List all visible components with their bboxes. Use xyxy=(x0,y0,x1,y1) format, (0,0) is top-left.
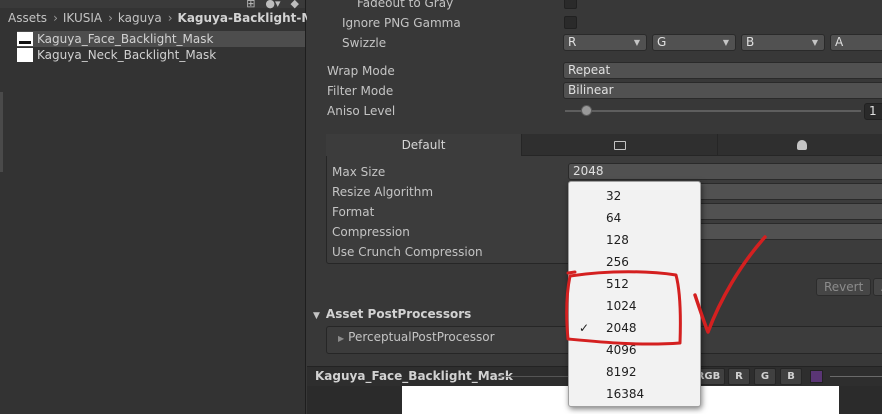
max-size-popup-menu: 32 64 128 256 512 1024 ✓ 2048 4096 8192 16384 xyxy=(568,181,701,407)
tab-android[interactable] xyxy=(718,134,882,156)
breadcrumb-separator-icon: › xyxy=(53,11,58,25)
aniso-level-label: Aniso Level xyxy=(327,104,396,118)
revert-button[interactable]: Revert xyxy=(816,278,872,296)
alpha-checker-icon[interactable] xyxy=(810,370,823,383)
monitor-icon xyxy=(613,141,626,150)
breadcrumb-separator-icon: › xyxy=(108,11,113,25)
breadcrumb-separator-icon: › xyxy=(167,11,173,25)
file-label: Kaguya_Neck_Backlight_Mask xyxy=(37,48,217,62)
wrap-mode-value: Repeat xyxy=(568,63,611,77)
aniso-level-field[interactable]: 1 xyxy=(864,103,882,120)
menu-item-128[interactable]: 128 xyxy=(569,229,700,251)
channel-r-button[interactable]: R xyxy=(728,368,750,385)
file-item-face-backlight-mask[interactable]: Kaguya_Face_Backlight_Mask xyxy=(17,31,305,47)
format-label: Format xyxy=(332,205,375,219)
swizzle-label: Swizzle xyxy=(342,36,387,50)
ignore-png-gamma-checkbox[interactable] xyxy=(564,16,577,29)
filter-mode-label: Filter Mode xyxy=(327,84,394,98)
collapsed-triangle-icon: ▶ xyxy=(338,334,345,343)
chevron-down-icon: ▼ xyxy=(722,38,729,47)
asset-postprocessors-title: Asset PostProcessors xyxy=(325,307,472,321)
star-icon[interactable]: ◆ xyxy=(291,0,299,10)
menu-item-label: 2048 xyxy=(606,321,637,335)
mip-level-slider[interactable] xyxy=(830,376,882,377)
preview-title: Kaguya_Face_Backlight_Mask xyxy=(315,369,513,383)
swizzle-b-dropdown[interactable]: B ▼ xyxy=(741,34,825,51)
resize-algorithm-label: Resize Algorithm xyxy=(332,185,434,199)
compression-label: Compression xyxy=(332,225,410,239)
menu-item-label: 128 xyxy=(606,233,629,247)
use-crunch-compression-label: Use Crunch Compression xyxy=(332,245,483,259)
tab-default[interactable]: Default xyxy=(326,134,522,156)
menu-item-label: 512 xyxy=(606,277,629,291)
swizzle-r-value: R xyxy=(568,35,577,49)
menu-item-label: 256 xyxy=(606,255,629,269)
swizzle-r-dropdown[interactable]: R ▼ xyxy=(563,34,647,51)
menu-item-512[interactable]: 512 xyxy=(569,273,700,295)
swizzle-g-dropdown[interactable]: G ▼ xyxy=(652,34,736,51)
breadcrumb-current-folder[interactable]: Kaguya-Backlight-Ma xyxy=(178,11,322,25)
menu-item-label: 64 xyxy=(606,211,622,225)
max-size-dropdown[interactable]: 2048 xyxy=(568,163,882,180)
menu-item-label: 32 xyxy=(606,189,622,203)
scrollbar-thumb[interactable] xyxy=(0,92,3,172)
aniso-level-slider-thumb[interactable] xyxy=(581,105,592,116)
swizzle-g-value: G xyxy=(657,35,667,49)
swizzle-a-dropdown[interactable]: A xyxy=(830,34,882,51)
breadcrumb: Assets › IKUSIA › kaguya › Kaguya-Backlight-Ma xyxy=(8,11,325,25)
breadcrumb-assets[interactable]: Assets xyxy=(8,11,47,25)
checkmark-icon: ✓ xyxy=(579,321,590,335)
breadcrumb-ikusia[interactable]: IKUSIA xyxy=(63,11,102,25)
channel-g-button[interactable]: G xyxy=(754,368,776,385)
aniso-level-slider-track[interactable] xyxy=(565,110,861,112)
channel-b-button[interactable]: B xyxy=(780,368,802,385)
android-icon xyxy=(797,140,807,150)
menu-item-2048[interactable]: ✓ 2048 xyxy=(569,317,700,339)
menu-item-64[interactable]: 64 xyxy=(569,207,700,229)
perceptual-postprocessor-item[interactable]: ▶ PerceptualPostProcessor xyxy=(338,330,495,344)
platform-tabs: Default xyxy=(326,134,882,156)
filter-mode-dropdown[interactable]: Bilinear xyxy=(563,82,882,99)
menu-item-256[interactable]: 256 xyxy=(569,251,700,273)
filter-mode-value: Bilinear xyxy=(568,83,614,97)
menu-item-label: 8192 xyxy=(606,365,637,379)
fadeout-to-gray-label: Fadeout to Gray xyxy=(357,0,454,10)
wrap-mode-label: Wrap Mode xyxy=(327,64,395,78)
ignore-png-gamma-label: Ignore PNG Gamma xyxy=(342,16,461,30)
file-list: Kaguya_Face_Backlight_Mask Kaguya_Neck_B… xyxy=(17,31,305,63)
project-panel: ⊞ ●▾ ◆ Assets › IKUSIA › kaguya › Kaguya-Backl… xyxy=(0,0,321,414)
menu-item-8192[interactable]: 8192 xyxy=(569,361,700,383)
swizzle-a-value: A xyxy=(835,35,844,49)
expand-triangle-icon: ▼ xyxy=(313,311,320,321)
menu-item-label: 16384 xyxy=(606,387,645,401)
file-item-neck-backlight-mask[interactable]: Kaguya_Neck_Backlight_Mask xyxy=(17,47,305,63)
layout-icon[interactable]: ⊞ xyxy=(246,0,255,10)
max-size-value: 2048 xyxy=(573,164,604,178)
project-scrollbar[interactable] xyxy=(0,30,4,414)
wrap-mode-dropdown[interactable]: Repeat xyxy=(563,62,882,79)
breadcrumb-kaguya[interactable]: kaguya xyxy=(118,11,162,25)
menu-item-1024[interactable]: 1024 xyxy=(569,295,700,317)
texture-thumbnail-icon xyxy=(17,32,33,46)
menu-item-label: 4096 xyxy=(606,343,637,357)
fadeout-to-gray-checkbox[interactable] xyxy=(564,0,577,9)
asset-postprocessors-header[interactable]: ▼ Asset PostProcessors xyxy=(313,307,471,321)
tab-standalone[interactable] xyxy=(522,134,718,156)
apply-button[interactable]: A xyxy=(873,278,882,296)
chevron-down-icon: ▼ xyxy=(811,38,818,47)
swizzle-b-value: B xyxy=(746,35,755,49)
file-label: Kaguya_Face_Backlight_Mask xyxy=(37,32,214,46)
menu-item-label: 1024 xyxy=(606,299,637,313)
postprocessor-label: PerceptualPostProcessor xyxy=(348,330,495,344)
menu-item-4096[interactable]: 4096 xyxy=(569,339,700,361)
chevron-down-icon: ▼ xyxy=(633,38,640,47)
filter-icon[interactable]: ●▾ xyxy=(265,0,280,10)
menu-item-16384[interactable]: 16384 xyxy=(569,383,700,405)
max-size-label: Max Size xyxy=(332,165,386,179)
project-toolbar: ⊞ ●▾ ◆ xyxy=(0,0,305,10)
menu-item-32[interactable]: 32 xyxy=(569,185,700,207)
texture-thumbnail-icon xyxy=(17,48,33,62)
